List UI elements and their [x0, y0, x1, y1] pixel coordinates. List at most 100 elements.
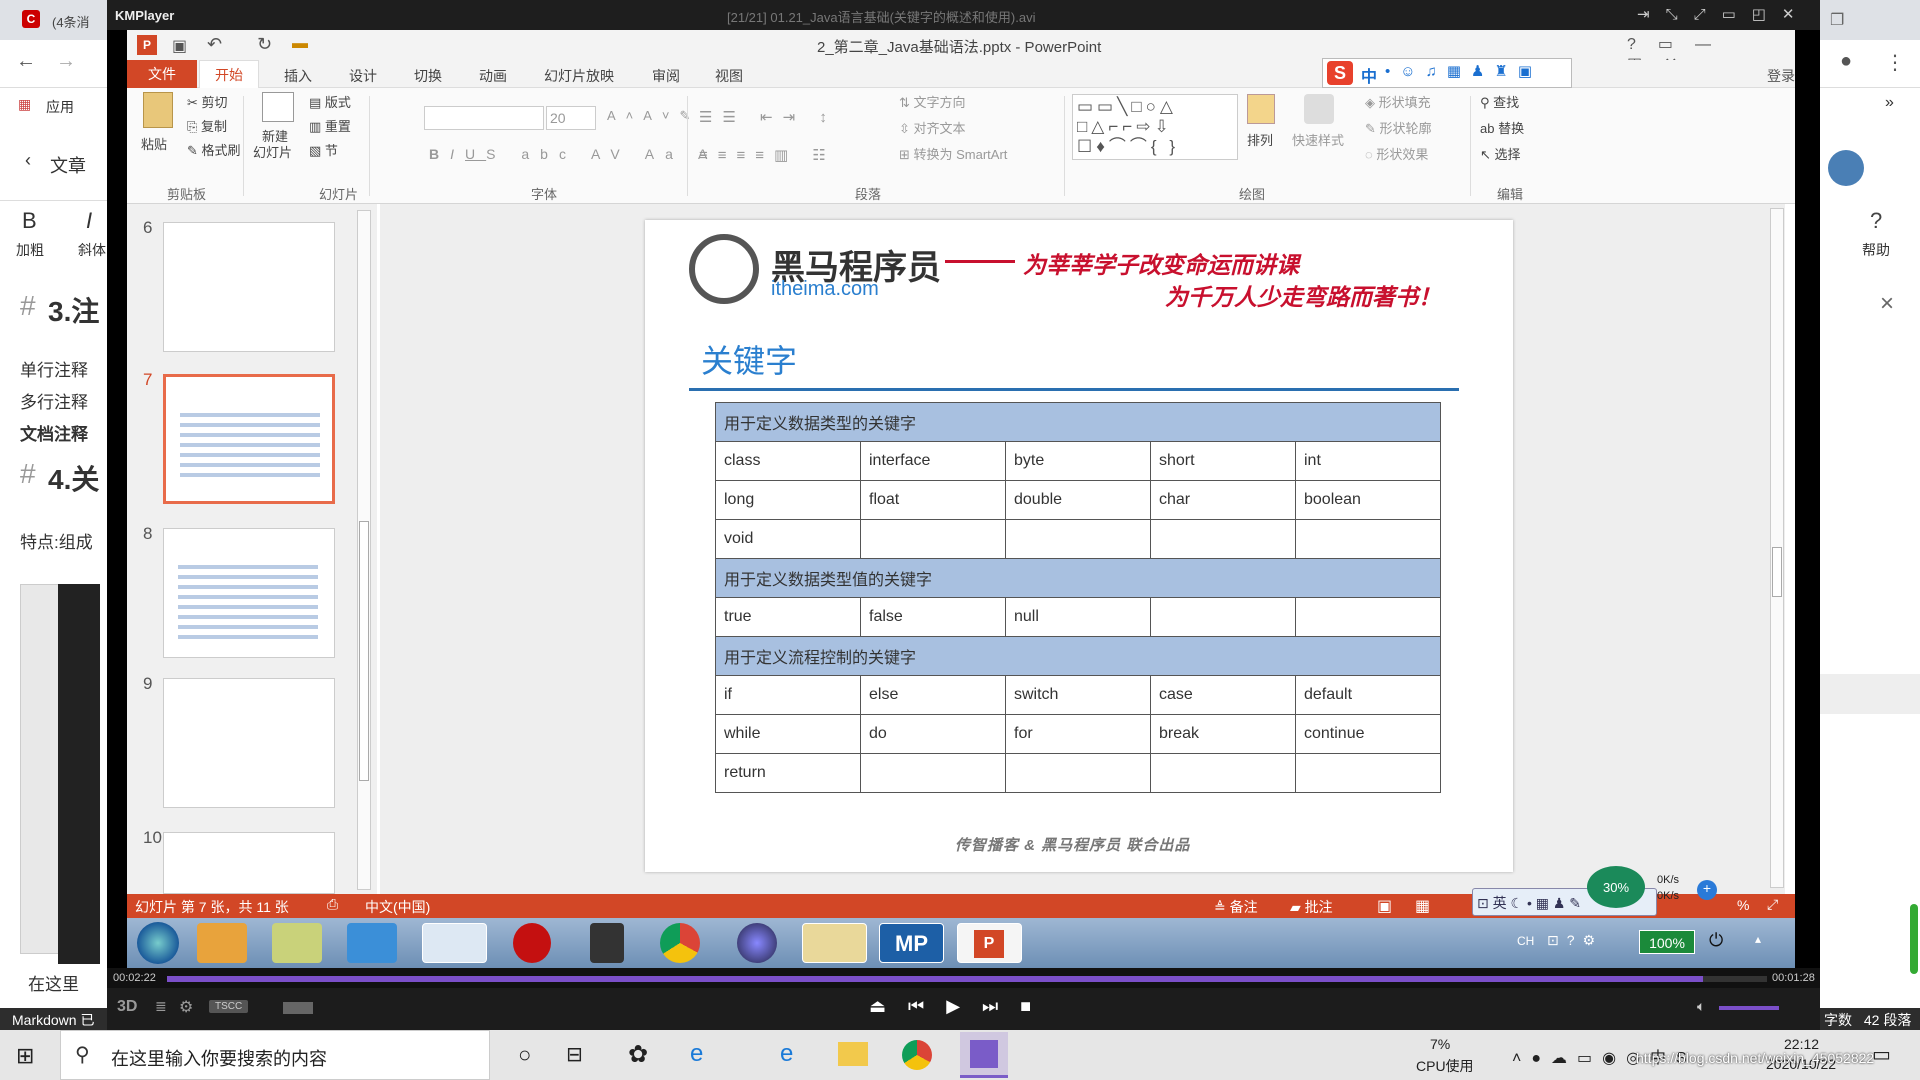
fit-slide-icon[interactable]: ⤢: [1767, 896, 1778, 913]
tab-home[interactable]: 开始: [199, 60, 259, 88]
kmp-logo[interactable]: KMPlayer: [115, 8, 174, 23]
tab-slideshow[interactable]: 幻灯片放映: [544, 66, 614, 86]
login-link[interactable]: 登录: [1767, 66, 1795, 86]
spellcheck-icon[interactable]: ⎙: [327, 896, 338, 913]
arrange-button[interactable]: 排列: [1247, 130, 1273, 149]
windows-start-icon[interactable]: [137, 922, 179, 964]
search-input[interactable]: 在这里输入你要搜索的内容: [111, 1045, 327, 1071]
apps-icon[interactable]: ▦: [18, 96, 31, 113]
cortana-icon[interactable]: ○: [518, 1042, 531, 1068]
notes-button[interactable]: ≜ 备注: [1214, 897, 1258, 917]
list-buttons[interactable]: ☰☰ ⇤⇥ ↕: [699, 108, 837, 126]
powerpoint-task-icon[interactable]: P: [957, 923, 1022, 963]
tab-view[interactable]: 视图: [715, 66, 743, 86]
shapes-gallery[interactable]: ▭▭╲□○△ □△⌐⌐⇨⇩ ☐♦⌒⌒{ }: [1072, 94, 1238, 160]
cut-button[interactable]: ✂ 剪切: [187, 92, 228, 111]
section-button[interactable]: ▧ 节: [309, 140, 338, 159]
redo-icon[interactable]: ↻: [257, 34, 272, 55]
tray-expand-icon[interactable]: ▴: [1755, 932, 1761, 946]
quick-styles-icon[interactable]: [1304, 94, 1334, 124]
replace-button[interactable]: ab 替换: [1480, 118, 1524, 137]
sogou-ime-bar[interactable]: S 中 •☺♫▦♟♜▣: [1322, 58, 1572, 88]
chrome-tab-title[interactable]: (4条消: [52, 12, 90, 31]
shape-outline-button[interactable]: ✎ 形状轮廓: [1365, 118, 1432, 137]
tab-transitions[interactable]: 切换: [414, 66, 442, 86]
ie-icon[interactable]: e: [690, 1040, 703, 1068]
file-explorer-icon[interactable]: [838, 1042, 868, 1066]
font-format-buttons[interactable]: BIUS abc AV Aa A: [429, 146, 718, 162]
tab-insert[interactable]: 插入: [284, 66, 312, 86]
net-plus-icon[interactable]: +: [1697, 880, 1717, 900]
slide-thumbnail[interactable]: [163, 222, 335, 352]
help-label[interactable]: 帮助: [1862, 240, 1890, 260]
open-icon[interactable]: ▬: [292, 35, 308, 53]
close-icon[interactable]: ×: [1880, 290, 1894, 318]
tab-review[interactable]: 审阅: [652, 66, 680, 86]
back-icon[interactable]: ←: [16, 50, 36, 73]
comments-button[interactable]: ▰ 批注: [1290, 897, 1333, 917]
slide-thumbnail-selected[interactable]: [163, 374, 335, 504]
scrollbar[interactable]: [1910, 904, 1918, 974]
edge-icon[interactable]: e: [780, 1040, 793, 1068]
app-icon[interactable]: [197, 923, 247, 963]
new-slide-icon[interactable]: [262, 92, 294, 122]
undo-icon[interactable]: ↶: [207, 34, 222, 55]
slide-thumbnail[interactable]: [163, 832, 335, 894]
kmp-window-controls[interactable]: ⇥⤡⤢▭◰✕: [1637, 5, 1810, 23]
align-buttons[interactable]: ≡≡≡≡▥ ☷: [699, 146, 836, 164]
explorer-icon[interactable]: [802, 923, 867, 963]
shape-effects-button[interactable]: ◌ 形状效果: [1365, 144, 1428, 163]
thumb-scrollbar[interactable]: [357, 210, 371, 890]
ime-lang[interactable]: 中: [1361, 63, 1377, 87]
find-button[interactable]: ⚲ 查找: [1480, 92, 1519, 111]
bookmarks-more-icon[interactable]: »: [1885, 94, 1894, 112]
avatar[interactable]: [1828, 150, 1864, 186]
sorter-view-icon[interactable]: ▦: [1415, 896, 1430, 916]
reset-button[interactable]: ▥ 重置: [309, 116, 351, 135]
paste-button[interactable]: 粘贴: [141, 134, 167, 153]
playback-controls[interactable]: ⏏⏮▶⏭■: [869, 996, 1053, 1017]
ime-eng[interactable]: 英: [1493, 895, 1507, 911]
language-status[interactable]: 中文(中国): [365, 897, 430, 917]
volume-icon[interactable]: 🔈︎: [1697, 998, 1705, 1015]
power-plug-icon[interactable]: ⏻: [1709, 930, 1723, 951]
playlist-icon[interactable]: ≣: [155, 998, 167, 1015]
task-view-icon[interactable]: ⊟: [566, 1042, 583, 1067]
app-icon[interactable]: [590, 923, 624, 963]
3d-button[interactable]: 3D: [117, 998, 137, 1016]
article-back-label[interactable]: 文章: [50, 152, 86, 178]
restore-icon[interactable]: ❐: [1830, 10, 1844, 30]
paint-icon[interactable]: [272, 923, 322, 963]
font-size-field[interactable]: 20: [546, 106, 596, 130]
editor-input-line[interactable]: 在这里: [28, 970, 79, 995]
bold-icon[interactable]: B: [22, 208, 37, 234]
italic-icon[interactable]: I: [86, 208, 92, 234]
ime-tool-icons[interactable]: •☺♫▦♟♜▣: [1385, 62, 1542, 80]
layout-button[interactable]: ▤ 版式: [309, 92, 351, 111]
app-icon[interactable]: [347, 923, 397, 963]
tab-animations[interactable]: 动画: [479, 66, 507, 86]
quick-styles-button[interactable]: 快速样式: [1292, 130, 1344, 149]
paste-icon[interactable]: [143, 92, 173, 128]
scrollbar-thumb[interactable]: [359, 521, 369, 781]
app-icon[interactable]: [422, 923, 487, 963]
font-name-field[interactable]: [424, 106, 544, 130]
slide[interactable]: 黑马程序员 itheima.com 为莘莘学子改变命运而讲课 为千万人少走弯路而…: [645, 220, 1513, 872]
tab-design[interactable]: 设计: [349, 66, 377, 86]
chevron-left-icon[interactable]: ‹: [25, 150, 31, 171]
aspect-button[interactable]: [283, 1002, 313, 1014]
chrome-icon[interactable]: [660, 923, 700, 963]
notification-icon[interactable]: ▭: [1872, 1042, 1891, 1067]
new-slide-label2[interactable]: 幻灯片: [253, 142, 292, 161]
text-direction-button[interactable]: ⇅ 文字方向: [899, 92, 966, 111]
scrollbar-thumb[interactable]: [1772, 547, 1782, 597]
seek-track[interactable]: [167, 976, 1767, 982]
copy-button[interactable]: ⎘ 复制: [187, 116, 227, 135]
tray-icons[interactable]: ⊡?⚙: [1547, 932, 1603, 949]
settings-icon[interactable]: ⚙: [179, 997, 193, 1017]
help-icon[interactable]: ?: [1870, 208, 1882, 234]
windows-start-icon[interactable]: ⊞: [16, 1043, 34, 1069]
smartart-button[interactable]: ⊞ 转换为 SmartArt: [899, 144, 1007, 163]
align-text-button[interactable]: ⇳ 对齐文本: [899, 118, 966, 137]
taskbar-search[interactable]: ⚲ 在这里输入你要搜索的内容: [60, 1030, 490, 1080]
